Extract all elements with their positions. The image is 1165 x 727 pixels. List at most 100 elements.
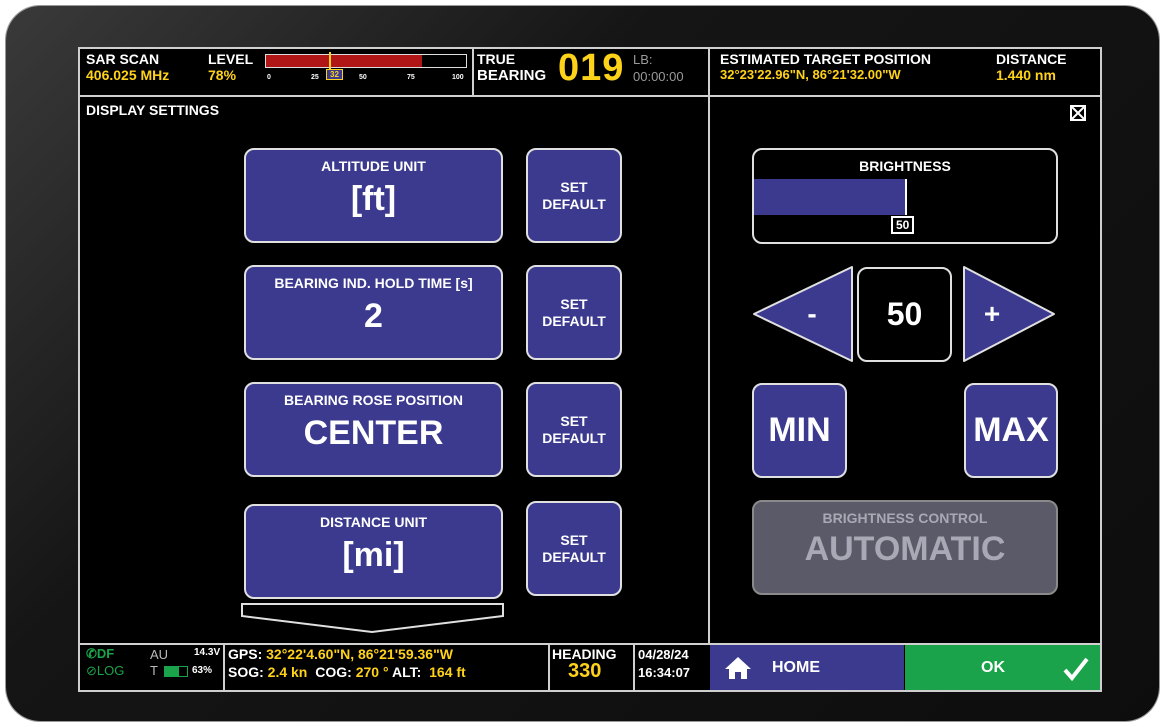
au-label: AU bbox=[150, 647, 169, 662]
bearing-label: BEARING bbox=[477, 67, 547, 84]
brightness-value-box: 50 bbox=[857, 267, 952, 362]
battery-icon bbox=[164, 666, 188, 677]
cog-value: 270 ° bbox=[355, 664, 389, 680]
rose-position-caption: BEARING ROSE POSITION bbox=[284, 392, 463, 408]
set-default-label-1: SET bbox=[560, 178, 588, 195]
ok-label: OK bbox=[981, 659, 1005, 676]
brightness-increase-button[interactable]: + bbox=[962, 265, 1056, 363]
scroll-down-arrow[interactable] bbox=[240, 602, 505, 634]
rose-position-button[interactable]: BEARING ROSE POSITION CENTER bbox=[244, 382, 503, 477]
panel-divider bbox=[708, 49, 710, 644]
battery-value: 63% bbox=[192, 665, 213, 676]
set-default-label-1: SET bbox=[560, 531, 588, 548]
footer-divider-3 bbox=[633, 644, 635, 690]
level-tick-50: 50 bbox=[359, 74, 367, 81]
brightness-display: BRIGHTNESS 50 bbox=[752, 148, 1058, 244]
minus-label: - bbox=[807, 298, 816, 329]
level-tick-100: 100 bbox=[452, 74, 464, 81]
df-label: DF bbox=[96, 646, 115, 661]
gps-coords: 32°22'4.60"N, 86°21'59.36"W bbox=[266, 646, 453, 662]
footer-divider-1 bbox=[223, 644, 225, 690]
time-value: 16:34:07 bbox=[638, 665, 691, 680]
set-default-label-2: DEFAULT bbox=[542, 312, 606, 329]
brightness-control-caption: BRIGHTNESS CONTROL bbox=[822, 510, 988, 526]
hold-time-caption: BEARING IND. HOLD TIME [s] bbox=[274, 275, 473, 291]
sog-label: SOG: bbox=[228, 664, 264, 680]
scroll-down-icon bbox=[241, 603, 504, 634]
brightness-marker bbox=[905, 179, 907, 215]
voltage-value: 14.3V bbox=[194, 647, 221, 658]
brightness-decrease-button[interactable]: - bbox=[752, 265, 854, 363]
min-button[interactable]: MIN bbox=[752, 383, 847, 478]
brightness-control-button[interactable]: BRIGHTNESS CONTROL AUTOMATIC bbox=[752, 500, 1058, 595]
level-tick-75: 75 bbox=[407, 74, 415, 81]
set-default-label-2: DEFAULT bbox=[542, 429, 606, 446]
distance-unit-value: [mi] bbox=[342, 536, 405, 574]
brightness-label: BRIGHTNESS bbox=[859, 158, 951, 174]
heading-value: 330 bbox=[568, 660, 602, 682]
ok-button[interactable]: OK bbox=[905, 645, 1100, 690]
df-indicator: ✆DF bbox=[86, 646, 114, 662]
level-marker bbox=[329, 52, 331, 70]
panel-title: DISPLAY SETTINGS bbox=[86, 102, 220, 118]
set-default-label-2: DEFAULT bbox=[542, 548, 606, 565]
distance-label: DISTANCE bbox=[996, 51, 1067, 67]
bearing-value: 019 bbox=[558, 47, 625, 89]
alt-label: ALT: bbox=[391, 664, 422, 680]
level-tick-0: 0 bbox=[267, 74, 271, 81]
distance-set-default-button[interactable]: SET DEFAULT bbox=[526, 501, 622, 596]
lb-label: LB: bbox=[633, 52, 653, 67]
hold-time-button[interactable]: BEARING IND. HOLD TIME [s] 2 bbox=[244, 265, 503, 360]
level-value: 78% bbox=[208, 67, 237, 83]
date-value: 04/28/24 bbox=[638, 647, 689, 662]
checkmark-icon bbox=[1063, 657, 1089, 681]
altitude-unit-value: [ft] bbox=[350, 180, 397, 218]
home-label: HOME bbox=[772, 659, 820, 676]
level-bar-fill bbox=[266, 55, 422, 67]
rose-position-set-default-button[interactable]: SET DEFAULT bbox=[526, 382, 622, 477]
close-icon[interactable] bbox=[1070, 105, 1086, 121]
home-icon bbox=[725, 657, 751, 679]
lb-time: 00:00:00 bbox=[633, 69, 684, 84]
hold-time-value: 2 bbox=[364, 297, 383, 335]
sog-line: SOG: 2.4 kn COG: 270 ° ALT: 164 ft bbox=[228, 664, 466, 680]
signal-icon: ✆ bbox=[86, 646, 97, 661]
altitude-unit-button[interactable]: ALTITUDE UNIT [ft] bbox=[244, 148, 503, 243]
header-divider bbox=[472, 49, 474, 95]
gps-label: GPS: bbox=[228, 646, 263, 662]
level-tick-25: 25 bbox=[311, 74, 319, 81]
distance-value: 1.440 nm bbox=[996, 67, 1056, 83]
device-screen: SAR SCAN 406.025 MHz LEVEL 78% 0 25 32 5… bbox=[78, 47, 1102, 692]
battery-level-fill bbox=[165, 667, 179, 676]
plus-label: + bbox=[984, 298, 1000, 329]
brightness-bar-fill bbox=[754, 179, 905, 215]
log-indicator: ⊘LOG bbox=[86, 663, 124, 679]
alt-value: 164 ft bbox=[429, 664, 466, 680]
max-button[interactable]: MAX bbox=[964, 383, 1058, 478]
altitude-set-default-button[interactable]: SET DEFAULT bbox=[526, 148, 622, 243]
home-button[interactable]: HOME bbox=[710, 645, 904, 690]
est-position-coords: 32°23'22.96"N, 86°21'32.00"W bbox=[720, 67, 901, 82]
distance-unit-caption: DISTANCE UNIT bbox=[319, 514, 428, 530]
est-position-label: ESTIMATED TARGET POSITION bbox=[720, 51, 932, 67]
set-default-label-1: SET bbox=[560, 412, 588, 429]
level-current-box: 32 bbox=[326, 69, 343, 80]
cog-label: COG: bbox=[315, 664, 352, 680]
set-default-label-1: SET bbox=[560, 295, 588, 312]
sog-value: 2.4 kn bbox=[267, 664, 308, 680]
scan-mode-label: SAR SCAN bbox=[86, 51, 160, 67]
no-log-icon: ⊘ bbox=[86, 663, 97, 678]
brightness-control-value: AUTOMATIC bbox=[804, 530, 1006, 568]
hold-time-set-default-button[interactable]: SET DEFAULT bbox=[526, 265, 622, 360]
altitude-unit-caption: ALTITUDE UNIT bbox=[321, 158, 426, 174]
brightness-marker-value: 50 bbox=[891, 216, 915, 234]
footer-divider-2 bbox=[548, 644, 550, 690]
rose-position-value: CENTER bbox=[303, 414, 444, 452]
header-separator bbox=[80, 95, 1100, 97]
t-label: T bbox=[150, 663, 158, 678]
true-label: TRUE bbox=[477, 51, 516, 67]
gps-line: GPS: 32°22'4.60"N, 86°21'59.36"W bbox=[228, 646, 453, 662]
set-default-label-2: DEFAULT bbox=[542, 195, 606, 212]
frequency-value: 406.025 MHz bbox=[86, 67, 170, 83]
distance-unit-button[interactable]: DISTANCE UNIT [mi] bbox=[244, 504, 503, 599]
